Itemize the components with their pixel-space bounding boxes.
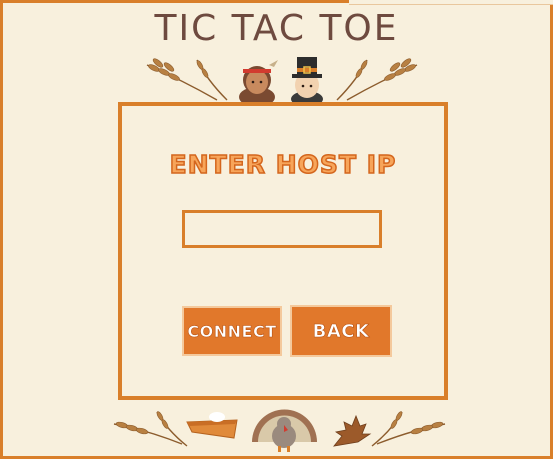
oak-leaf-icon: [333, 414, 372, 447]
wheat-icon: [336, 58, 418, 101]
wheat-icon: [371, 411, 446, 447]
wheat-icon: [113, 411, 188, 447]
turkey-icon: [252, 409, 317, 452]
dialog-heading: ENTER HOST IP: [169, 149, 397, 180]
wheat-icon: [146, 58, 228, 101]
connect-button[interactable]: CONNECT: [182, 306, 282, 356]
window-top-edge: [349, 0, 553, 5]
pie-icon: [186, 412, 238, 439]
top-decoration: [146, 57, 418, 105]
game-title: TIC TAC TOE: [154, 8, 399, 49]
pilgrim-icon: [291, 57, 323, 105]
host-ip-dialog: ENTER HOST IP CONNECT BACK: [118, 102, 448, 400]
back-button[interactable]: BACK: [290, 305, 392, 357]
bottom-decoration: [113, 409, 446, 452]
native-girl-icon: [239, 60, 278, 105]
host-ip-input[interactable]: [182, 210, 382, 248]
